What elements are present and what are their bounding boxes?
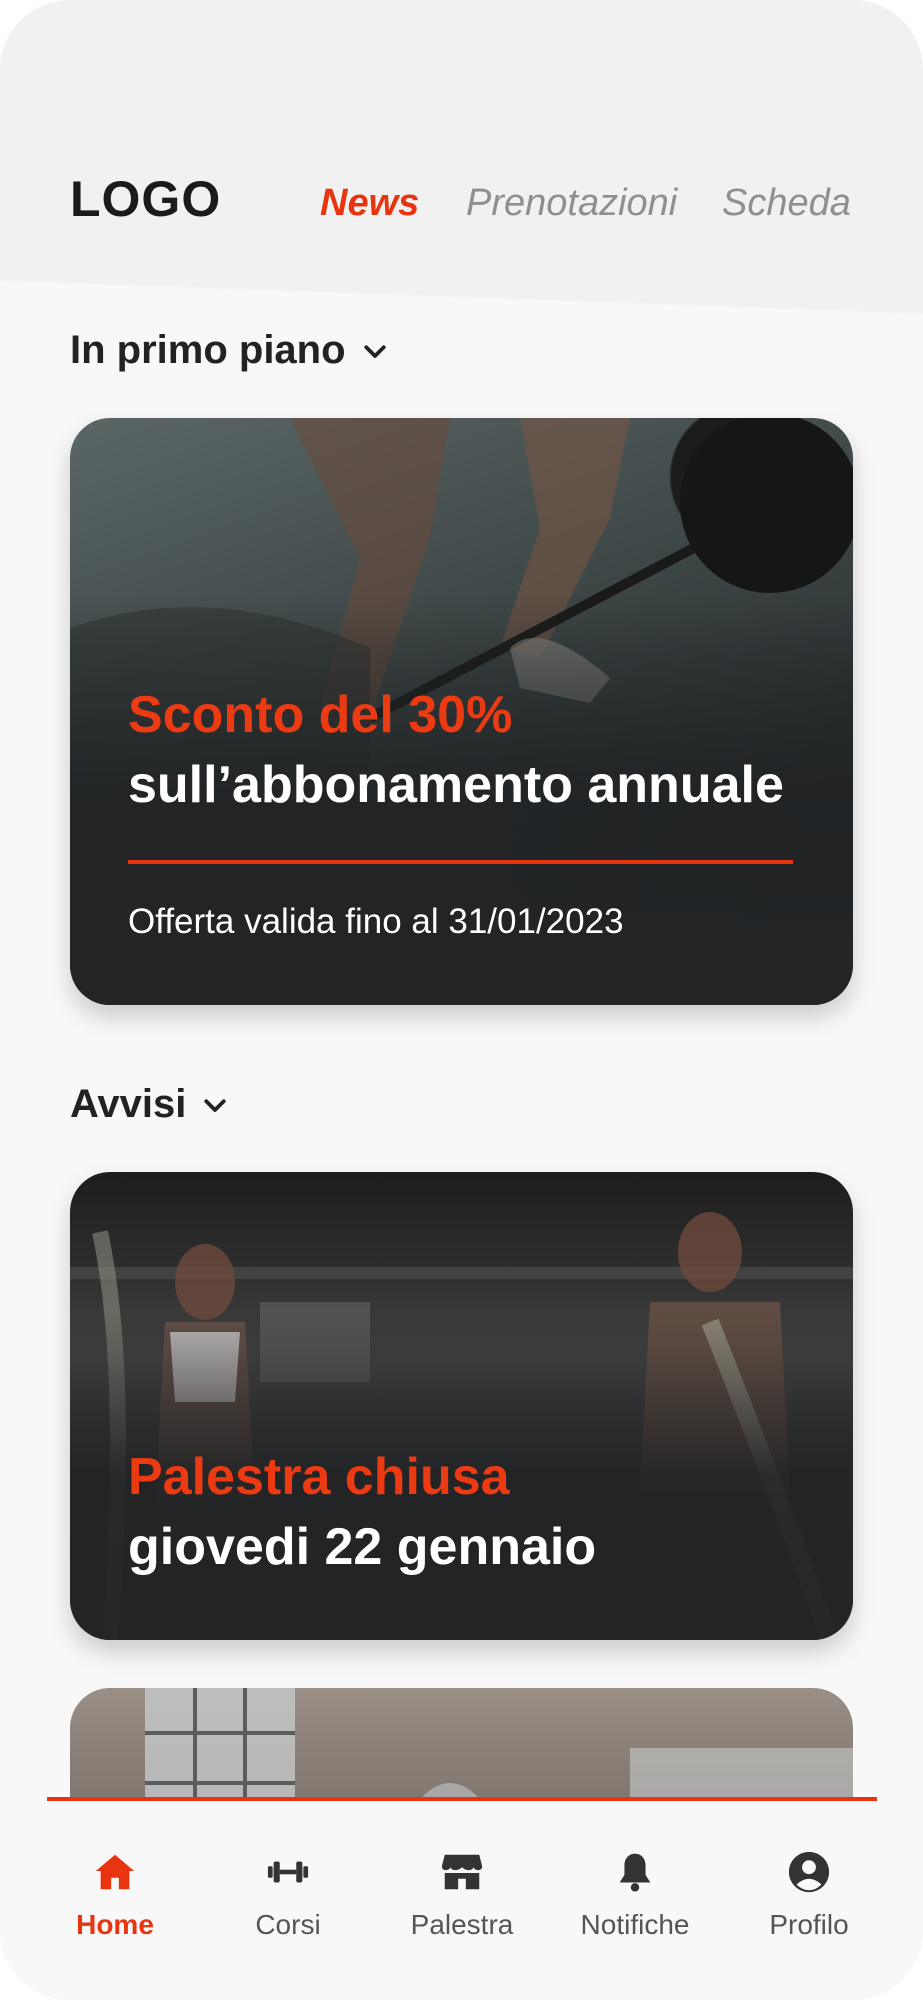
home-icon [95,1854,135,1890]
promo-divider [128,860,793,864]
nav-palestra[interactable]: Palestra [382,1849,542,1941]
notice-accent: Palestra chiusa [128,1448,510,1506]
nav-palestra-label: Palestra [410,1909,514,1940]
tab-news[interactable]: News [320,182,419,225]
bell-icon [619,1853,651,1892]
app-screen: LOGO News Prenotazioni Scheda In primo p… [0,0,923,2000]
user-circle-icon [788,1851,830,1893]
dumbbell-icon [267,1861,309,1883]
header-background [0,0,923,314]
promo-card-text: Sconto del 30% sull’abbonamento annuale [128,680,795,820]
tab-prenotazioni[interactable]: Prenotazioni [466,182,677,225]
section-featured-title[interactable]: In primo piano [70,328,390,373]
promo-accent: Sconto del 30% [128,686,513,744]
notice-headline: giovedi 22 gennaio [128,1518,597,1576]
nav-notifiche[interactable]: Notifiche [555,1849,715,1941]
promo-headline: sull’abbonamento annuale [128,756,784,814]
nav-profilo-label: Profilo [769,1909,849,1940]
notice-card-text: Palestra chiusa giovedi 22 gennaio [128,1442,795,1582]
nav-profilo[interactable]: Profilo [729,1849,889,1941]
tab-scheda[interactable]: Scheda [722,182,851,225]
top-tabs: News Prenotazioni Scheda [0,182,923,232]
chevron-down-icon [204,1098,226,1112]
promo-note: Offerta valida fino al 31/01/2023 [128,902,624,941]
store-icon [441,1854,483,1890]
section-notices-label: Avvisi [70,1082,187,1126]
section-notices-title[interactable]: Avvisi [70,1082,230,1127]
nav-corsi-label: Corsi [255,1909,321,1940]
bottom-nav: Home Corsi Palestra Notifiche Profilo [0,1801,923,2000]
notice-card[interactable]: Palestra chiusa giovedi 22 gennaio [70,1172,853,1640]
section-featured-label: In primo piano [70,328,346,372]
promo-card[interactable]: Sconto del 30% sull’abbonamento annuale … [70,418,853,1005]
nav-notifiche-label: Notifiche [580,1909,690,1940]
nav-home[interactable]: Home [35,1849,195,1941]
nav-corsi[interactable]: Corsi [208,1849,368,1941]
chevron-down-icon [363,344,386,358]
nav-home-label: Home [76,1909,154,1940]
